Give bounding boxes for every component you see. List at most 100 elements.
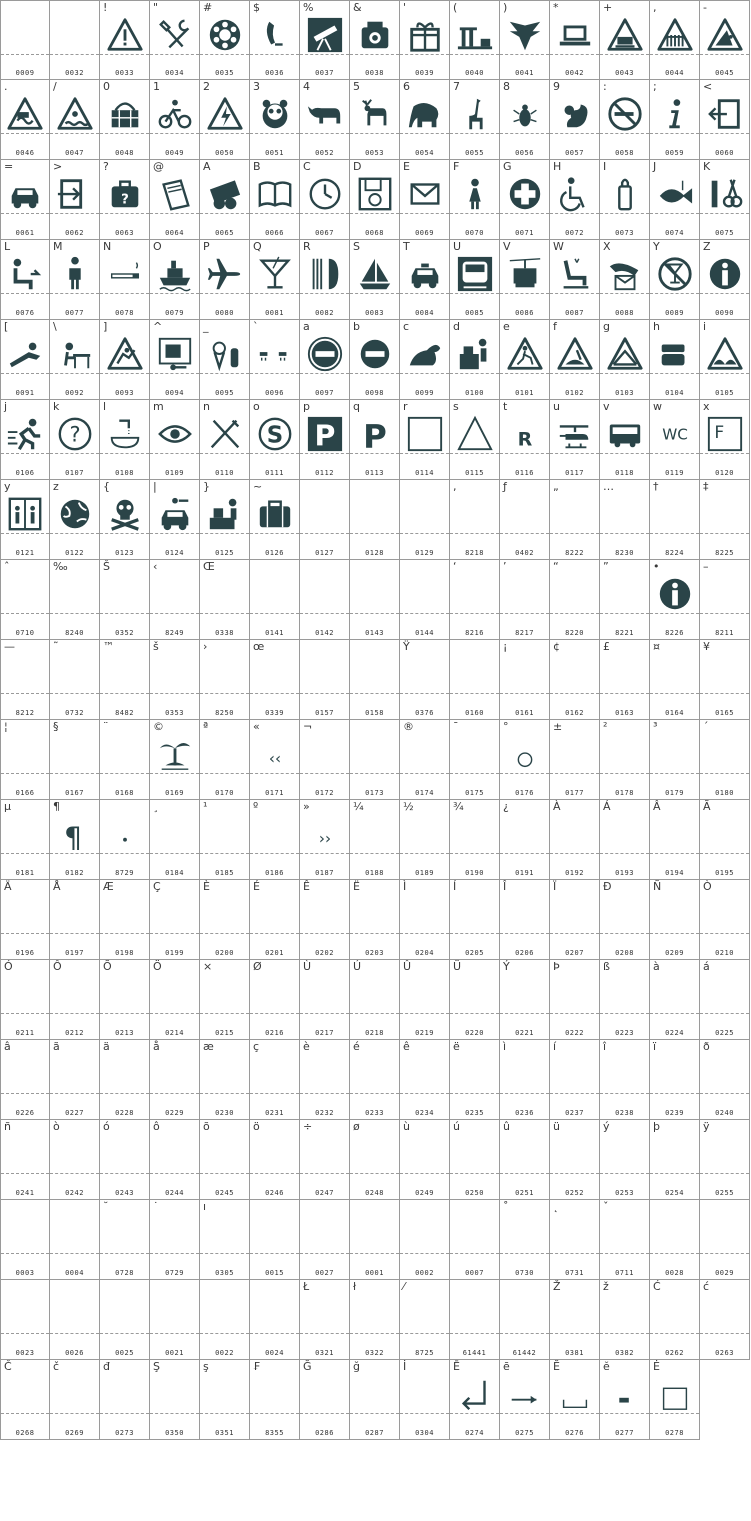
glyph-char: æ <box>203 1040 214 1053</box>
baseline-divider <box>300 54 349 55</box>
glyph-code: 0082 <box>315 309 334 317</box>
baseline-divider <box>350 373 399 374</box>
lost-luggage-icon: ? <box>100 174 149 214</box>
glyph-cell: N 0078 <box>100 240 150 320</box>
glyph-cell: 0024 <box>250 1280 300 1360</box>
glyph-code: 0096 <box>265 389 284 397</box>
glyph-cell: = 0061 <box>0 160 50 240</box>
baseline-divider <box>350 1013 399 1014</box>
glyph-char: * <box>553 1 559 14</box>
glyph-char: } <box>203 480 210 493</box>
glyph-code: 0274 <box>465 1429 484 1437</box>
glyph-code: 0091 <box>15 389 35 397</box>
glyph-char: o <box>253 400 260 413</box>
glyph-code: 0184 <box>165 869 184 877</box>
glyph-code: 8211 <box>715 629 734 637</box>
glyph-cell: P 0080 <box>200 240 250 320</box>
glyph-cell: ˆ 0710 <box>0 560 50 640</box>
baseline-divider <box>500 54 549 55</box>
glyph-cell: K 0075 <box>700 160 750 240</box>
baseline-divider <box>450 1173 499 1174</box>
glyph-code: 0115 <box>465 469 484 477</box>
glyph-char: ó <box>103 1120 110 1133</box>
glyph-cell: R 0082 <box>300 240 350 320</box>
glyph-code: 0182 <box>65 869 84 877</box>
baseline-divider <box>650 1173 699 1174</box>
glyph-cell: 61442 <box>500 1280 550 1360</box>
glyph-char: ~ <box>253 480 263 493</box>
baseline-divider <box>450 853 499 854</box>
glyph-cell: ˛ 0731 <box>550 1200 600 1280</box>
glyph-code: 0238 <box>615 1109 634 1117</box>
glyph-cell: m 0109 <box>150 400 200 480</box>
baseline-divider <box>400 1413 449 1414</box>
glyph-code: 0196 <box>15 949 35 957</box>
glyph-char: ö <box>253 1120 260 1133</box>
baseline-divider <box>150 1013 199 1014</box>
glyph-char: Ė <box>653 1360 660 1373</box>
pilcrow-icon: ¶ <box>50 814 99 854</box>
glyph-char: X <box>603 240 611 253</box>
baseline-divider <box>250 54 299 55</box>
glyph-char: å <box>153 1040 160 1053</box>
glyph-code: 0088 <box>615 309 634 317</box>
glyph-cell: ì 0236 <box>500 1040 550 1120</box>
glyph-code: 8225 <box>715 549 734 557</box>
baseline-divider <box>400 853 449 854</box>
glyph-char: ¢ <box>553 640 560 653</box>
dash-block-icon <box>600 1374 649 1414</box>
skull-icon <box>100 494 149 534</box>
glyph-char: @ <box>153 160 164 173</box>
glyph-cell: 0015 <box>250 1200 300 1280</box>
glyph-code: 0085 <box>465 309 484 317</box>
glyph-char: B <box>253 160 261 173</box>
warning-rockfall-icon <box>700 15 749 55</box>
glyph-code: 0275 <box>515 1429 534 1437</box>
glyph-code: 0164 <box>665 709 684 717</box>
glyph-cell: F 0070 <box>450 160 500 240</box>
baseline-divider <box>450 213 499 214</box>
glyph-code: 0190 <box>465 869 484 877</box>
glyph-char: y <box>4 480 11 493</box>
baseline-divider <box>50 1093 99 1094</box>
glyph-char: > <box>53 160 63 173</box>
glyph-code: 0276 <box>565 1429 584 1437</box>
baseline-divider <box>100 853 149 854</box>
glyph-cell: Ê 0202 <box>300 880 350 960</box>
glyph-code: 0338 <box>215 629 234 637</box>
glyph-char: ® <box>403 720 414 733</box>
baseline-divider <box>150 533 199 534</box>
glyph-char: V <box>503 240 511 253</box>
glyph-cell: ¿ 0191 <box>500 800 550 880</box>
glyph-cell: 0027 <box>300 1200 350 1280</box>
eagle-icon <box>500 15 549 55</box>
glyph-code: 0124 <box>165 549 184 557</box>
baseline-divider <box>450 1013 499 1014</box>
glyph-code: 0044 <box>665 69 684 77</box>
glyph-cell: È 0200 <box>200 880 250 960</box>
glyph-code: 8725 <box>415 1349 434 1357</box>
glyph-cell: Í 0205 <box>450 880 500 960</box>
glyph-code: 0015 <box>265 1269 284 1277</box>
glyph-cell: $0036 <box>250 0 300 80</box>
glyph-code: 0305 <box>215 1269 234 1277</box>
right-arrow-icon <box>500 1374 549 1414</box>
glyph-cell: Ė 0278 <box>650 1360 700 1440</box>
baseline-divider <box>150 213 199 214</box>
f-box-icon: F <box>700 414 749 454</box>
glyph-char: 4 <box>303 80 310 93</box>
glyph-char: U <box>453 240 462 253</box>
glyph-cell: ü 0252 <box>550 1120 600 1200</box>
glyph-char: Ú <box>353 960 362 973</box>
glyph-code: 0218 <box>365 1029 384 1037</box>
baseline-divider <box>700 1013 749 1014</box>
baseline-divider <box>50 133 99 134</box>
baseline-divider <box>600 54 649 55</box>
glyph-char: a <box>303 320 310 333</box>
eye-icon <box>150 414 199 454</box>
ice-cream-icon <box>200 334 249 374</box>
glyph-char: Ä <box>4 880 12 893</box>
baseline-divider <box>500 693 549 694</box>
baseline-divider <box>300 933 349 934</box>
restaurant-icon <box>300 254 349 294</box>
